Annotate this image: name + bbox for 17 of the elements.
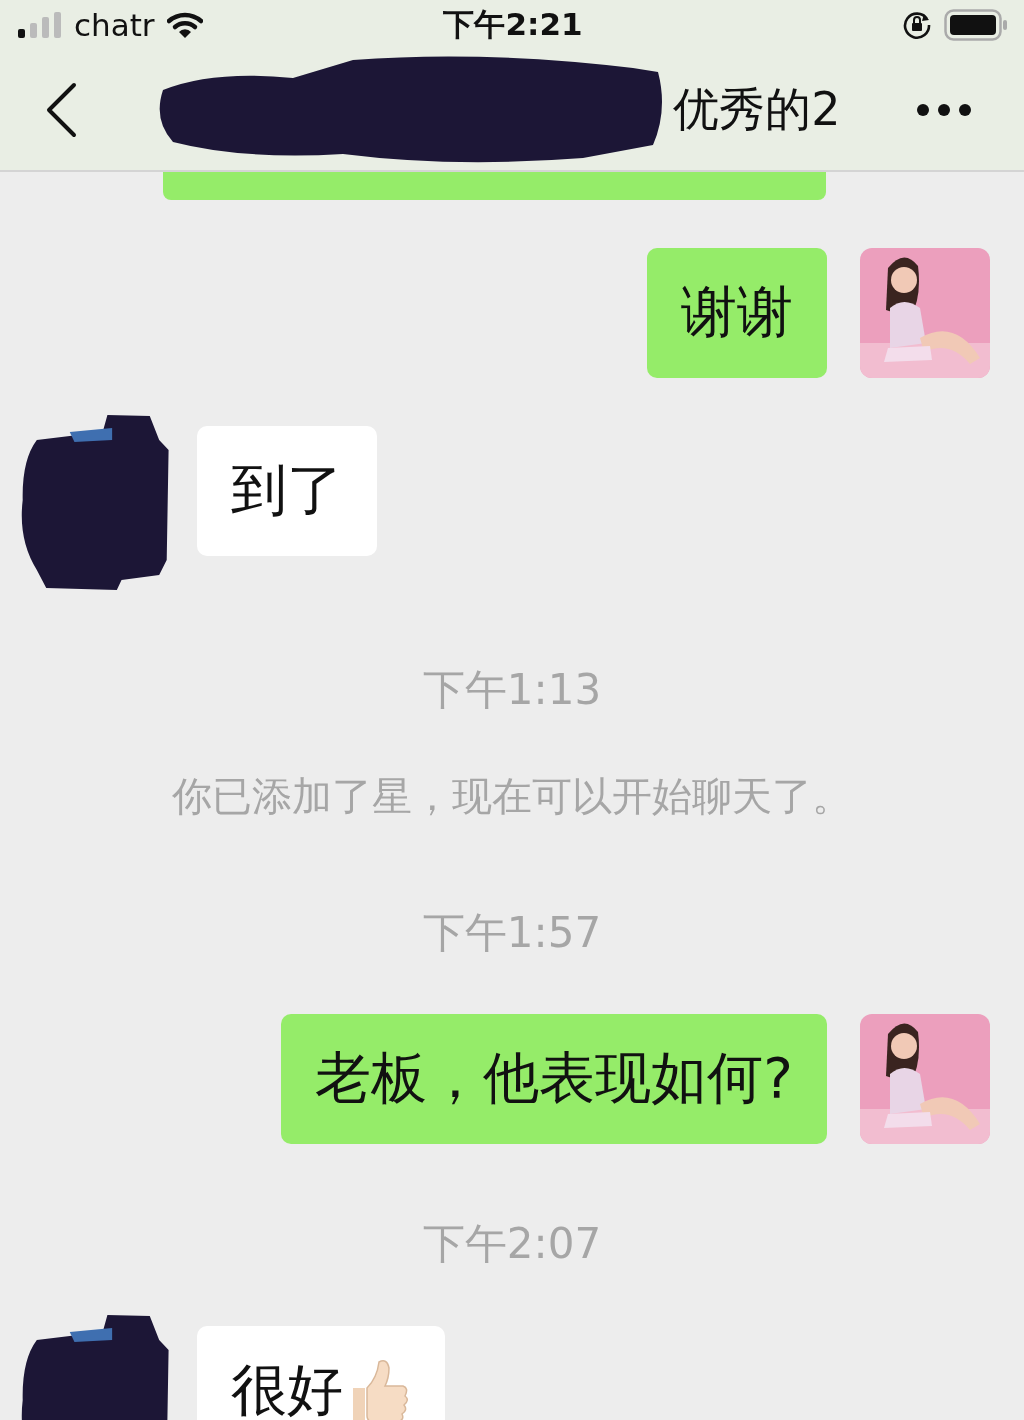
signal-icon bbox=[18, 12, 62, 38]
rotation-lock-icon bbox=[902, 10, 932, 40]
message-text: 到了 bbox=[231, 456, 343, 524]
back-icon[interactable] bbox=[44, 82, 78, 138]
message-text: 很好 bbox=[231, 1356, 343, 1420]
battery-icon bbox=[944, 9, 1008, 41]
message-text: 老板，他表现如何? bbox=[315, 1044, 793, 1112]
wifi-icon bbox=[166, 11, 203, 39]
carrier-name: chatr bbox=[74, 7, 155, 43]
system-message: 你已添加了星，现在可以开始聊天了。 bbox=[171, 772, 853, 821]
timestamp: 下午1:13 bbox=[421, 664, 603, 716]
timestamp: 下午1:57 bbox=[421, 907, 603, 959]
chat-title: 优秀的2 bbox=[673, 81, 841, 138]
message-text: 谢谢 bbox=[681, 278, 793, 346]
timestamp: 下午2:07 bbox=[421, 1218, 603, 1270]
more-icon[interactable] bbox=[916, 103, 972, 117]
status-time: 下午2:21 bbox=[443, 5, 583, 44]
